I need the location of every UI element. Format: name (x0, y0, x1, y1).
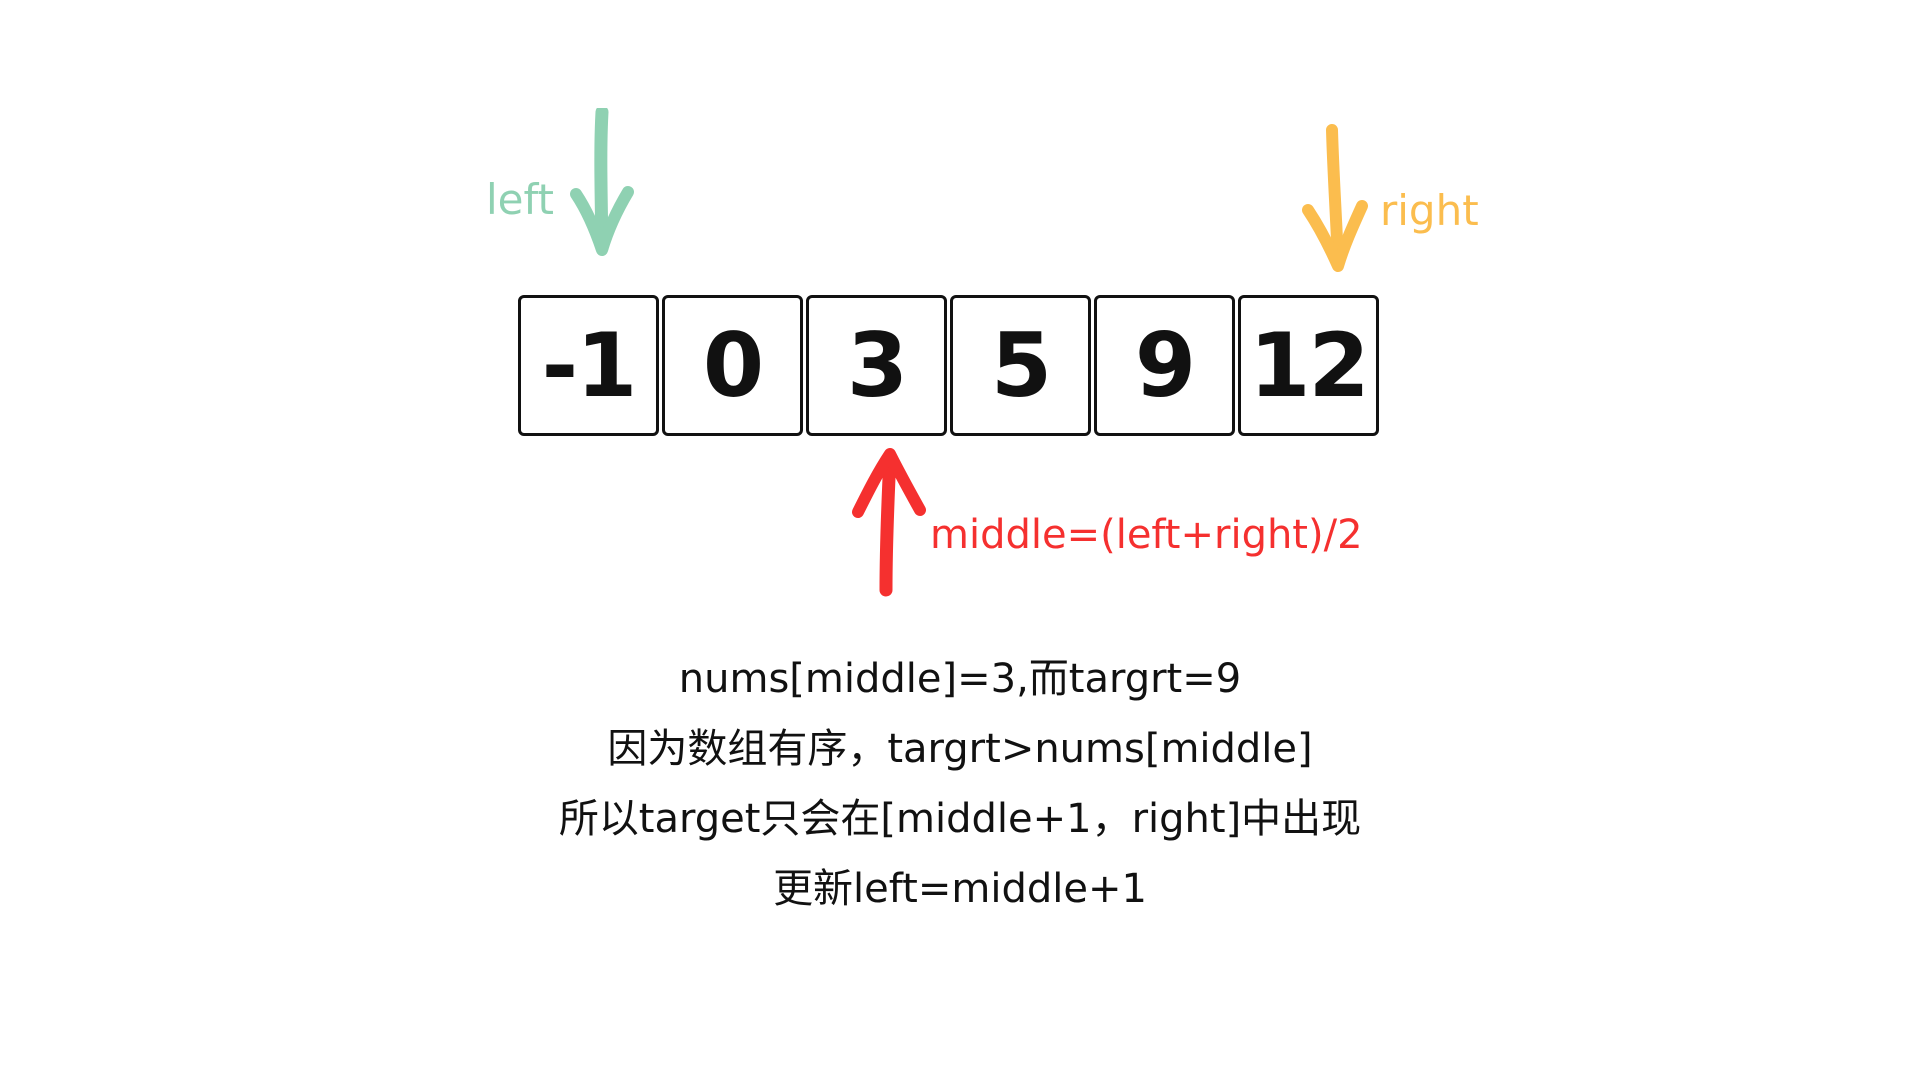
left-pointer-label: left (486, 175, 555, 224)
explanation-text: nums[middle]=3,而targrt=9 因为数组有序，targrt>n… (0, 644, 1920, 924)
down-arrow-icon (570, 108, 634, 256)
array-cell: 3 (806, 295, 947, 436)
array-cell: 9 (1094, 295, 1235, 436)
explanation-line-1: nums[middle]=3,而targrt=9 (678, 656, 1242, 702)
array-cell: -1 (518, 295, 659, 436)
up-arrow-icon (852, 448, 926, 597)
array-cell: 0 (662, 295, 803, 436)
explanation-line-2: 因为数组有序，targrt>nums[middle] (607, 726, 1313, 772)
sorted-array: -1 0 3 5 9 12 (518, 295, 1379, 436)
explanation-line-3: 所以target只会在[middle+1，right]中出现 (558, 796, 1362, 842)
explanation-line-4: 更新left=middle+1 (773, 866, 1147, 912)
right-pointer-label: right (1380, 186, 1479, 235)
middle-pointer-label: middle=(left+right)/2 (930, 512, 1363, 558)
down-arrow-icon (1302, 124, 1368, 272)
array-cell: 5 (950, 295, 1091, 436)
array-cell: 12 (1238, 295, 1379, 436)
